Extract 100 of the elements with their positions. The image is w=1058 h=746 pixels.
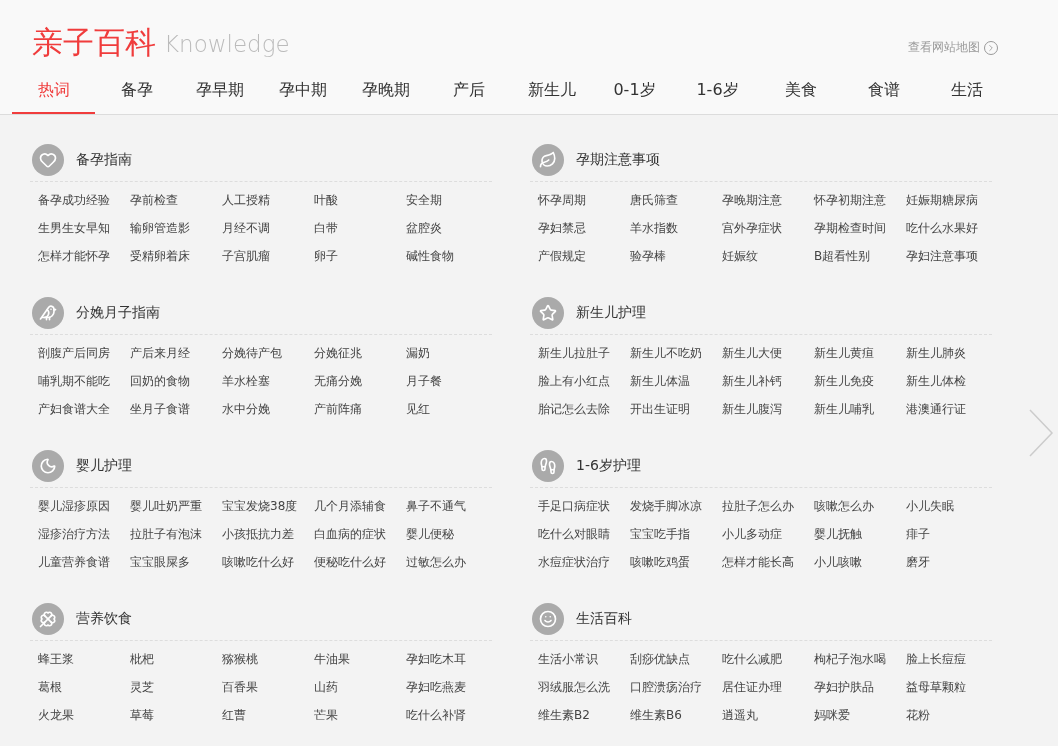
topic-link[interactable]: 百香果	[222, 673, 314, 701]
topic-link[interactable]: 几个月添辅食	[314, 492, 406, 520]
nav-tab[interactable]: 备孕	[95, 68, 178, 114]
nav-tab[interactable]: 0-1岁	[593, 68, 676, 114]
topic-link[interactable]: 脸上有小红点	[538, 367, 630, 395]
topic-link[interactable]: 鼻子不通气	[406, 492, 498, 520]
topic-link[interactable]: 无痛分娩	[314, 367, 406, 395]
topic-link[interactable]: 宝宝发烧38度	[222, 492, 314, 520]
nav-tab[interactable]: 1-6岁	[676, 68, 759, 114]
topic-link[interactable]: 新生儿拉肚子	[538, 339, 630, 367]
topic-link[interactable]: 红曹	[222, 701, 314, 729]
topic-link[interactable]: 孕妇注意事项	[906, 242, 998, 270]
topic-link[interactable]: 新生儿哺乳	[814, 395, 906, 423]
topic-link[interactable]: 输卵管造影	[130, 214, 222, 242]
topic-link[interactable]: 生活小常识	[538, 645, 630, 673]
topic-link[interactable]: 灵芝	[130, 673, 222, 701]
topic-link[interactable]: 磨牙	[906, 548, 998, 576]
nav-tab[interactable]: 孕晚期	[344, 68, 427, 114]
topic-link[interactable]: 维生素B6	[630, 701, 722, 729]
topic-link[interactable]: 花粉	[906, 701, 998, 729]
topic-link[interactable]: 芒果	[314, 701, 406, 729]
topic-link[interactable]: 吃什么减肥	[722, 645, 814, 673]
topic-link[interactable]: 漏奶	[406, 339, 498, 367]
topic-link[interactable]: 怀孕初期注意	[814, 186, 906, 214]
topic-link[interactable]: 孕妇吃燕麦	[406, 673, 498, 701]
topic-link[interactable]: 新生儿黄疸	[814, 339, 906, 367]
topic-link[interactable]: 过敏怎么办	[406, 548, 498, 576]
topic-link[interactable]: 验孕棒	[630, 242, 722, 270]
topic-link[interactable]: 回奶的食物	[130, 367, 222, 395]
topic-link[interactable]: 新生儿补钙	[722, 367, 814, 395]
topic-link[interactable]: 枇杷	[130, 645, 222, 673]
topic-link[interactable]: 拉肚子有泡沫	[130, 520, 222, 548]
nav-tab[interactable]: 新生儿	[510, 68, 593, 114]
topic-link[interactable]: 新生儿免疫	[814, 367, 906, 395]
topic-link[interactable]: 婴儿吐奶严重	[130, 492, 222, 520]
topic-link[interactable]: 猕猴桃	[222, 645, 314, 673]
topic-link[interactable]: 宫外孕症状	[722, 214, 814, 242]
topic-link[interactable]: 婴儿便秘	[406, 520, 498, 548]
topic-link[interactable]: 孕妇禁忌	[538, 214, 630, 242]
topic-link[interactable]: 居住证办理	[722, 673, 814, 701]
topic-link[interactable]: 见红	[406, 395, 498, 423]
topic-link[interactable]: 碱性食物	[406, 242, 498, 270]
topic-link[interactable]: 产妇食谱大全	[38, 395, 130, 423]
topic-link[interactable]: 吃什么补肾	[406, 701, 498, 729]
topic-link[interactable]: 新生儿不吃奶	[630, 339, 722, 367]
topic-link[interactable]: 分娩征兆	[314, 339, 406, 367]
topic-link[interactable]: 怎样才能怀孕	[38, 242, 130, 270]
topic-link[interactable]: 水中分娩	[222, 395, 314, 423]
topic-link[interactable]: 妈咪爱	[814, 701, 906, 729]
nav-tab[interactable]: 孕早期	[178, 68, 261, 114]
topic-link[interactable]: 刮痧优缺点	[630, 645, 722, 673]
topic-link[interactable]: 咳嗽吃什么好	[222, 548, 314, 576]
topic-link[interactable]: 新生儿体温	[630, 367, 722, 395]
topic-link[interactable]: 小儿咳嗽	[814, 548, 906, 576]
topic-link[interactable]: 婴儿湿疹原因	[38, 492, 130, 520]
topic-link[interactable]: 拉肚子怎么办	[722, 492, 814, 520]
topic-link[interactable]: 产前阵痛	[314, 395, 406, 423]
topic-link[interactable]: 月子餐	[406, 367, 498, 395]
topic-link[interactable]: 剖腹产后同房	[38, 339, 130, 367]
topic-link[interactable]: 哺乳期不能吃	[38, 367, 130, 395]
topic-link[interactable]: 葛根	[38, 673, 130, 701]
topic-link[interactable]: 脸上长痘痘	[906, 645, 998, 673]
topic-link[interactable]: 枸杞子泡水喝	[814, 645, 906, 673]
topic-link[interactable]: 备孕成功经验	[38, 186, 130, 214]
topic-link[interactable]: 发烧手脚冰凉	[630, 492, 722, 520]
nav-tab[interactable]: 美食	[759, 68, 842, 114]
topic-link[interactable]: 羊水栓塞	[222, 367, 314, 395]
topic-link[interactable]: 山药	[314, 673, 406, 701]
topic-link[interactable]: 坐月子食谱	[130, 395, 222, 423]
topic-link[interactable]: 叶酸	[314, 186, 406, 214]
topic-link[interactable]: 小儿失眠	[906, 492, 998, 520]
topic-link[interactable]: 维生素B2	[538, 701, 630, 729]
topic-link[interactable]: 逍遥丸	[722, 701, 814, 729]
topic-link[interactable]: 分娩待产包	[222, 339, 314, 367]
nav-tab[interactable]: 生活	[925, 68, 1008, 114]
topic-link[interactable]: 新生儿大便	[722, 339, 814, 367]
topic-link[interactable]: 子宫肌瘤	[222, 242, 314, 270]
topic-link[interactable]: 受精卵着床	[130, 242, 222, 270]
topic-link[interactable]: 产后来月经	[130, 339, 222, 367]
topic-link[interactable]: 盆腔炎	[406, 214, 498, 242]
topic-link[interactable]: 口腔溃疡治疗	[630, 673, 722, 701]
topic-link[interactable]: 小孩抵抗力差	[222, 520, 314, 548]
topic-link[interactable]: 宝宝眼屎多	[130, 548, 222, 576]
topic-link[interactable]: 胎记怎么去除	[538, 395, 630, 423]
topic-link[interactable]: 蜂王浆	[38, 645, 130, 673]
topic-link[interactable]: 怎样才能长高	[722, 548, 814, 576]
topic-link[interactable]: 便秘吃什么好	[314, 548, 406, 576]
topic-link[interactable]: 孕晚期注意	[722, 186, 814, 214]
topic-link[interactable]: 水痘症状治疗	[538, 548, 630, 576]
topic-link[interactable]: 婴儿抚触	[814, 520, 906, 548]
topic-link[interactable]: 痱子	[906, 520, 998, 548]
topic-link[interactable]: 白带	[314, 214, 406, 242]
topic-link[interactable]: 火龙果	[38, 701, 130, 729]
nav-tab[interactable]: 孕中期	[261, 68, 344, 114]
topic-link[interactable]: 儿童营养食谱	[38, 548, 130, 576]
topic-link[interactable]: 产假规定	[538, 242, 630, 270]
nav-tab[interactable]: 食谱	[842, 68, 925, 114]
topic-link[interactable]: 开出生证明	[630, 395, 722, 423]
topic-link[interactable]: 唐氏筛查	[630, 186, 722, 214]
topic-link[interactable]: 白血病的症状	[314, 520, 406, 548]
